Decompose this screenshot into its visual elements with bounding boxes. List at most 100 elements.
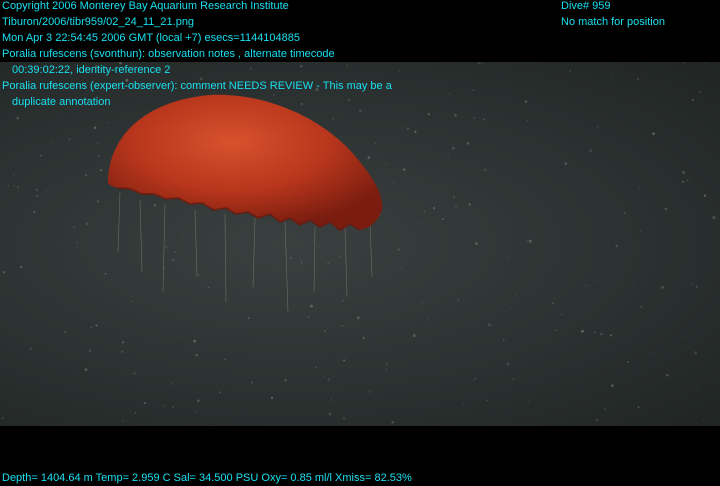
marine-snow-particle [652,132,656,136]
marine-snow-particle [328,412,332,416]
marine-snow-particle [247,317,250,320]
marine-snow-particle [636,78,640,81]
marine-snow-particle [111,279,113,281]
marine-snow-particle [323,375,325,378]
marine-snow-particle [398,70,401,72]
marine-snow-particle [643,268,645,270]
marine-snow-particle [577,211,579,213]
marine-snow-particle [524,100,528,103]
marine-snow-particle [452,147,455,150]
marine-snow-particle [385,363,389,366]
marine-snow-particle [9,150,11,152]
marine-snow-particle [16,186,19,189]
marine-snow-particle [133,372,136,375]
marine-snow-particle [35,189,38,191]
scene-graphic [0,62,716,426]
marine-snow-particle [85,222,89,226]
marine-snow-particle [391,421,394,424]
marine-snow-particle [218,391,221,394]
marine-snow-particle [527,119,529,121]
marine-snow-particle [473,116,476,120]
marine-snow-particle [423,210,426,213]
marine-snow-particle [470,64,472,66]
annotation-1-line-1: Poralia rufescens (svonthun): observatio… [2,48,335,60]
marine-snow-particle [346,64,348,66]
marine-snow-particle [194,410,197,413]
marine-snow-particle [80,180,82,182]
marine-snow-particle [462,403,464,405]
marine-snow-particle [379,404,381,406]
marine-snow-particle [712,216,716,219]
marine-snow-particle [299,258,301,260]
marine-snow-particle [652,353,653,354]
marine-snow-particle [585,284,588,287]
marine-snow-particle [367,156,371,159]
marine-snow-particle [502,339,505,342]
marine-snow-particle [134,412,137,414]
marine-snow-particle [97,154,101,158]
marine-snow-particle [162,266,165,269]
marine-snow-particle [182,234,184,236]
marine-snow-particle [699,165,701,167]
marine-snow-particle [90,325,93,329]
video-frame: Copyright 2006 Monterey Bay Aquarium Res… [0,0,720,486]
marine-snow-particle [406,127,410,131]
marine-snow-particle [270,396,274,400]
marine-snow-particle [506,66,508,68]
marine-snow-particle [683,62,685,64]
marine-snow-particle [33,210,36,214]
marine-snow-particle [475,242,478,246]
marine-snow-particle [633,282,635,284]
marine-snow-particle [55,382,57,384]
marine-snow-particle [2,270,5,274]
marine-snow-particle [84,130,87,132]
marine-snow-particle [664,207,668,211]
jellyfish-bell [107,94,383,230]
marine-snow-particle [347,98,350,101]
marine-snow-particle [300,261,304,264]
marine-snow-particle [315,366,317,369]
marine-snow-particle [600,332,603,336]
marine-snow-particle [50,120,52,122]
marine-snow-particle [143,253,145,255]
marine-snow-particle [96,200,100,203]
marine-snow-particle [506,256,508,258]
marine-snow-particle [29,347,33,351]
marine-snow-particle [121,341,125,344]
marine-snow-particle [454,204,458,208]
marine-snow-particle [45,190,47,193]
marine-snow-particle [300,65,303,68]
marine-snow-particle [250,381,254,384]
marine-snow-particle [385,368,388,370]
marine-snow-particle [551,302,554,305]
marine-snow-particle [343,359,346,362]
marine-snow-particle [327,378,330,381]
marine-snow-particle [581,329,584,333]
marine-snow-particle [318,245,320,247]
marine-snow-particle [593,331,596,334]
copyright-text: Copyright 2006 Monterey Bay Aquarium Res… [2,0,289,12]
marine-snow-particle [1,417,4,420]
annotation-2-line-2: duplicate annotation [12,96,111,108]
marine-snow-particle [611,384,614,387]
marine-snow-particle [12,173,15,176]
marine-snow-particle [633,108,635,110]
marine-snow-particle [639,230,642,233]
marine-snow-particle [623,211,626,214]
marine-snow-particle [696,386,698,388]
marine-snow-particle [691,282,694,285]
marine-snow-particle [454,113,457,117]
marine-snow-particle [341,325,344,327]
marine-snow-particle [466,141,470,145]
marine-snow-particle [300,102,303,105]
marine-snow-particle [99,168,103,172]
marine-snow-particle [97,142,99,145]
marine-snow-particle [487,323,491,327]
marine-snow-particle [472,379,475,381]
marine-snow-particle [421,301,424,304]
marine-snow-particle [484,168,487,171]
marine-snow-particle [289,257,292,259]
marine-snow-particle [332,118,335,120]
marine-snow-particle [50,142,52,144]
marine-snow-particle [197,399,200,402]
